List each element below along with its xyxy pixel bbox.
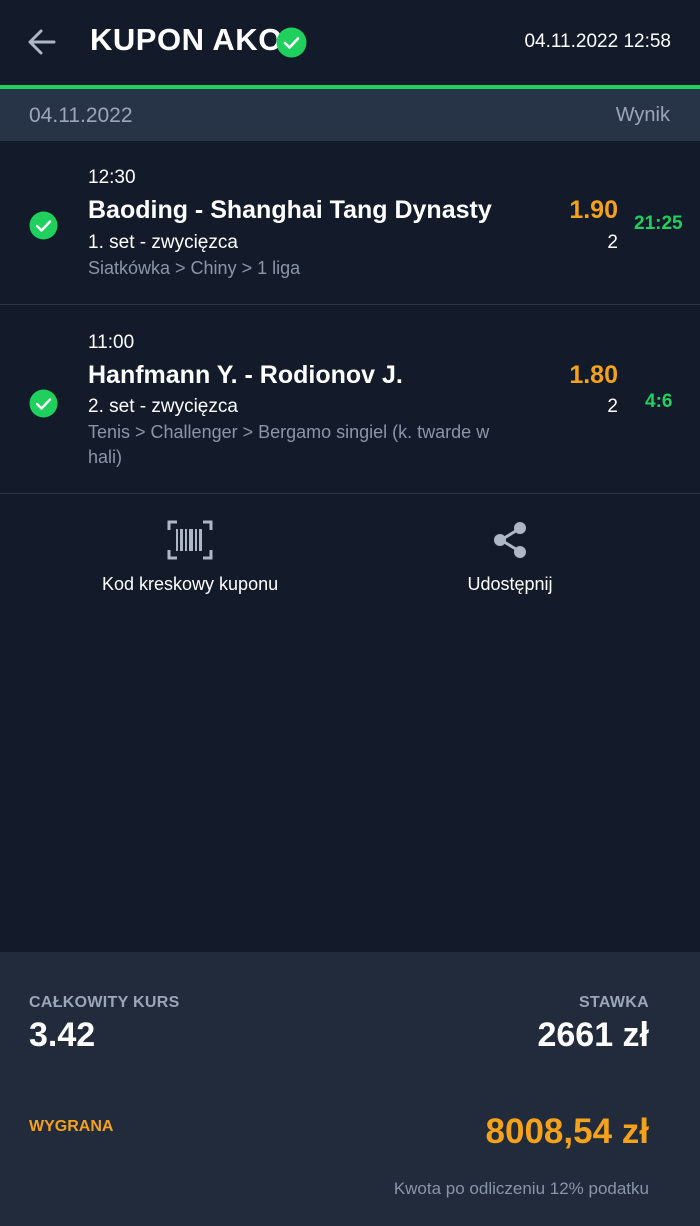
match-market: 1. set - zwycięzca bbox=[88, 232, 238, 253]
app-header: KUPON AKO 04.11.2022 12:58 bbox=[0, 0, 700, 85]
share-icon bbox=[494, 522, 526, 558]
share-label: Udostępnij bbox=[467, 574, 553, 594]
match-time: 11:00 bbox=[88, 332, 135, 353]
check-circle-icon bbox=[276, 27, 307, 58]
barcode-icon bbox=[167, 520, 213, 560]
match-row[interactable]: 11:00 Hanfmann Y. - Rodionov J. 2. set -… bbox=[0, 305, 700, 494]
total-odds-value: 3.42 bbox=[29, 1016, 96, 1054]
match-teams: Hanfmann Y. - Rodionov J. bbox=[88, 361, 403, 389]
match-score: 21:25 bbox=[634, 213, 683, 234]
match-teams: Baoding - Shanghai Tang Dynasty bbox=[88, 196, 492, 224]
stake-label: STAWKA bbox=[579, 994, 649, 1011]
result-column-label: Wynik bbox=[615, 104, 670, 126]
match-odds: 1.90 bbox=[569, 196, 618, 224]
coupon-datetime: 04.11.2022 12:58 bbox=[524, 31, 671, 52]
win-value: 8008,54 zł bbox=[485, 1112, 649, 1151]
match-score: 4:6 bbox=[645, 391, 673, 412]
barcode-label: Kod kreskowy kuponu bbox=[102, 574, 279, 594]
share-button[interactable]: Udostępnij bbox=[462, 520, 558, 595]
barcode-button[interactable]: Kod kreskowy kuponu bbox=[102, 520, 278, 595]
back-arrow-icon bbox=[28, 29, 56, 55]
win-label: WYGRANA bbox=[29, 1118, 114, 1135]
match-league: Siatkówka > Chiny > 1 liga bbox=[88, 258, 301, 278]
check-circle-icon bbox=[29, 389, 58, 418]
match-pick: 2 bbox=[607, 232, 618, 253]
match-row[interactable]: 12:30 Baoding - Shanghai Tang Dynasty 1.… bbox=[0, 141, 700, 305]
check-circle-icon bbox=[29, 211, 58, 240]
date-bar: 04.11.2022 Wynik bbox=[0, 89, 700, 141]
coupon-summary: CAŁKOWITY KURS 3.42 STAWKA 2661 zł WYGRA… bbox=[0, 952, 700, 1226]
stake-value: 2661 zł bbox=[537, 1016, 649, 1054]
page-title: KUPON AKO bbox=[90, 22, 283, 57]
match-time: 12:30 bbox=[88, 167, 136, 188]
event-date: 04.11.2022 bbox=[29, 104, 133, 127]
coupon-actions: Kod kreskowy kuponu Udostępnij bbox=[0, 495, 700, 615]
match-odds: 1.80 bbox=[569, 361, 618, 389]
back-button[interactable] bbox=[24, 24, 60, 60]
total-odds-label: CAŁKOWITY KURS bbox=[29, 994, 180, 1011]
match-market: 2. set - zwycięzca bbox=[88, 396, 238, 417]
match-pick: 2 bbox=[607, 396, 618, 417]
match-league: Tenis > Challenger > Bergamo singiel (k.… bbox=[88, 422, 490, 467]
tax-note: Kwota po odliczeniu 12% podatku bbox=[393, 1179, 649, 1198]
